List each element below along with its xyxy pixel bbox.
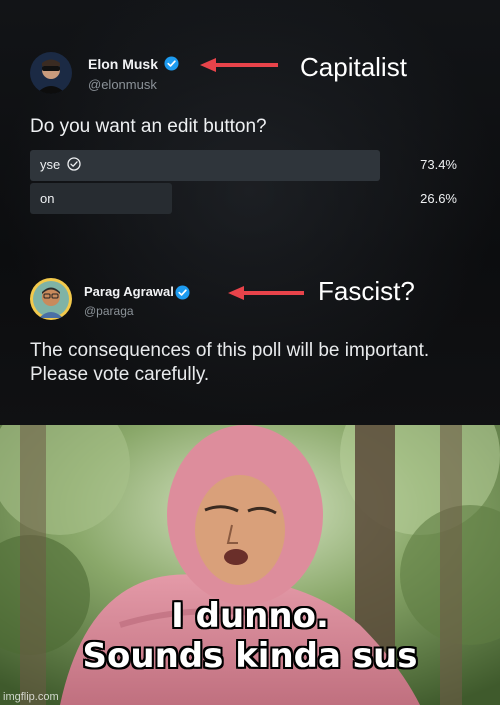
check-circle-icon	[67, 157, 81, 171]
meme-caption: I dunno. Sounds kinda sus	[0, 595, 500, 677]
poll-option-on-label: on	[40, 191, 55, 206]
parag-agrawal-avatar	[30, 278, 72, 320]
poll-bar-yse	[30, 150, 380, 181]
elon-musk-name: Elon Musk	[88, 56, 159, 72]
reaction-photo: I dunno. Sounds kinda sus imgflip.com	[0, 425, 500, 705]
fascist-label: Fascist?	[318, 276, 415, 306]
tweet-line-2: Please vote carefully.	[30, 364, 210, 385]
tweet-line-1: The consequences of this poll will be im…	[30, 340, 430, 361]
elon-musk-handle: @elonmusk	[88, 77, 157, 92]
arrow-left-icon	[200, 58, 278, 72]
parag-agrawal-handle: @paraga	[84, 304, 134, 318]
parag-agrawal-name: Parag Agrawal	[84, 284, 174, 299]
poll-option-yse-label: yse	[40, 157, 81, 172]
poll-option-yse-percent: 73.4%	[420, 157, 457, 172]
caption-line-1: I dunno.	[170, 595, 330, 637]
tweet-body: The consequences of this poll will be im…	[30, 339, 480, 387]
imgflip-watermark: imgflip.com	[3, 691, 59, 703]
caption-line-2: Sounds kinda sus	[82, 635, 419, 677]
meme: Elon Musk @elonmusk Capitalist Do you wa…	[0, 0, 500, 705]
poll-option-on-percent: 26.6%	[420, 191, 457, 206]
elon-musk-avatar	[30, 52, 72, 94]
tweet-screenshot-panel: Elon Musk @elonmusk Capitalist Do you wa…	[0, 0, 500, 425]
poll-question: Do you want an edit button?	[30, 116, 267, 137]
verified-badge-icon	[175, 285, 190, 300]
arrow-left-icon	[228, 286, 304, 300]
poll-option-label: yse	[40, 157, 61, 172]
verified-badge-icon	[164, 56, 179, 71]
capitalist-label: Capitalist	[300, 52, 407, 82]
